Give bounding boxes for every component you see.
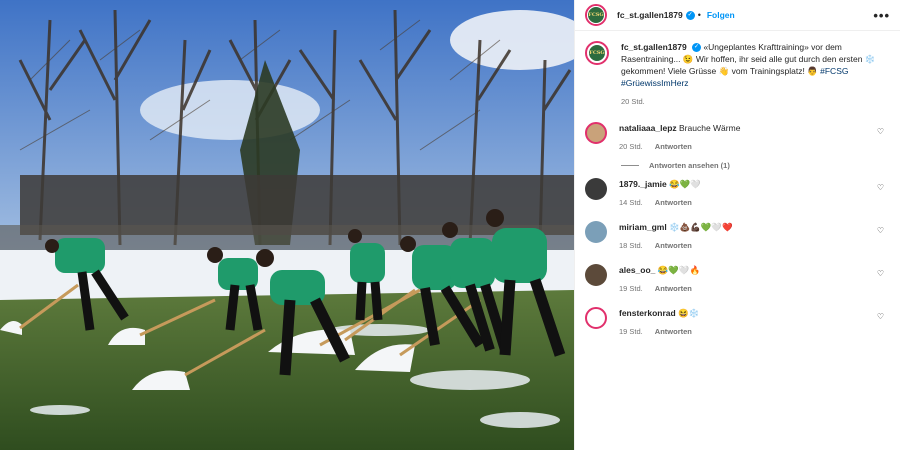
reply-button[interactable]: Antworten [655, 327, 692, 336]
comment-username[interactable]: ales_oo_ [619, 265, 655, 275]
commenter-avatar[interactable] [585, 307, 607, 329]
view-replies-button[interactable]: Antworten ansehen (1) [621, 161, 890, 170]
author-username[interactable]: fc_st.gallen1879 [617, 10, 683, 20]
author-avatar[interactable]: FCSG [585, 4, 607, 26]
heart-outline-icon[interactable]: ♡ [877, 312, 884, 321]
heart-outline-icon[interactable]: ♡ [877, 127, 884, 136]
comment-username[interactable]: fensterkonrad [619, 308, 676, 318]
comment-text: 😂💚🤍🔥 [657, 265, 701, 275]
caption: FCSG fc_st.gallen1879 ✓ «Ungeplantes Kra… [585, 41, 890, 108]
reply-button[interactable]: Antworten [655, 198, 692, 207]
comment: miriam_gml ❄️💩💪🏿💚🤍❤️ 18 Std. Antworten ♡ [585, 221, 890, 252]
reply-button[interactable]: Antworten [655, 142, 692, 151]
reply-button[interactable]: Antworten [655, 241, 692, 250]
view-replies-label: Antworten ansehen (1) [649, 161, 730, 170]
follow-button[interactable]: Folgen [707, 10, 735, 20]
caption-avatar[interactable]: FCSG [585, 41, 609, 65]
commenter-avatar[interactable] [585, 122, 607, 144]
hashtag-fcsg[interactable]: #FCSG [820, 66, 848, 76]
heart-outline-icon[interactable]: ♡ [877, 269, 884, 278]
post-photo[interactable] [0, 0, 574, 450]
heart-outline-icon[interactable]: ♡ [877, 183, 884, 192]
club-logo-text: FCSG [588, 12, 604, 18]
commenter-avatar[interactable] [585, 178, 607, 200]
comment-username[interactable]: miriam_gml [619, 222, 667, 232]
verified-badge-icon: ✓ [692, 43, 702, 53]
verified-badge-icon: ✓ [685, 10, 695, 20]
comment: fensterkonrad 😆❄️ 19 Std. Antworten ♡ [585, 307, 890, 338]
separator-dot: • [697, 10, 701, 20]
hashtag-gruewissimherz[interactable]: #GrüewissImHerz [621, 78, 689, 88]
comment: ales_oo_ 😂💚🤍🔥 19 Std. Antworten ♡ [585, 264, 890, 295]
comment-time: 19 Std. [619, 284, 643, 293]
comment-text: Brauche Wärme [679, 123, 741, 133]
comment-text: 😂💚🤍 [669, 179, 701, 189]
comment: nataliaaa_lepz Brauche Wärme 20 Std. Antw… [585, 122, 890, 153]
instagram-post: FCSG fc_st.gallen1879 ✓ • Folgen ••• FCS… [0, 0, 900, 450]
comment-text: ❄️💩💪🏿💚🤍❤️ [669, 222, 733, 232]
comments-list: FCSG fc_st.gallen1879 ✓ «Ungeplantes Kra… [575, 31, 900, 348]
club-logo-text: FCSG [589, 50, 605, 56]
caption-username[interactable]: fc_st.gallen1879 [621, 42, 687, 52]
post-sidebar: FCSG fc_st.gallen1879 ✓ • Folgen ••• FCS… [574, 0, 900, 450]
comment: 1879._jamie 😂💚🤍 14 Std. Antworten ♡ [585, 178, 890, 209]
caption-time: 20 Std. [621, 97, 645, 106]
commenter-avatar[interactable] [585, 264, 607, 286]
post-header: FCSG fc_st.gallen1879 ✓ • Folgen ••• [575, 0, 900, 31]
comment-time: 19 Std. [619, 327, 643, 336]
comment-text: 😆❄️ [678, 308, 700, 318]
reply-button[interactable]: Antworten [655, 284, 692, 293]
more-options-icon[interactable]: ••• [873, 8, 890, 23]
comment-time: 18 Std. [619, 241, 643, 250]
comment-time: 14 Std. [619, 198, 643, 207]
replies-divider [621, 165, 639, 166]
heart-outline-icon[interactable]: ♡ [877, 226, 884, 235]
comment-username[interactable]: 1879._jamie [619, 179, 667, 189]
comment-time: 20 Std. [619, 142, 643, 151]
comment-username[interactable]: nataliaaa_lepz [619, 123, 677, 133]
commenter-avatar[interactable] [585, 221, 607, 243]
photo-training-snow [0, 0, 574, 450]
